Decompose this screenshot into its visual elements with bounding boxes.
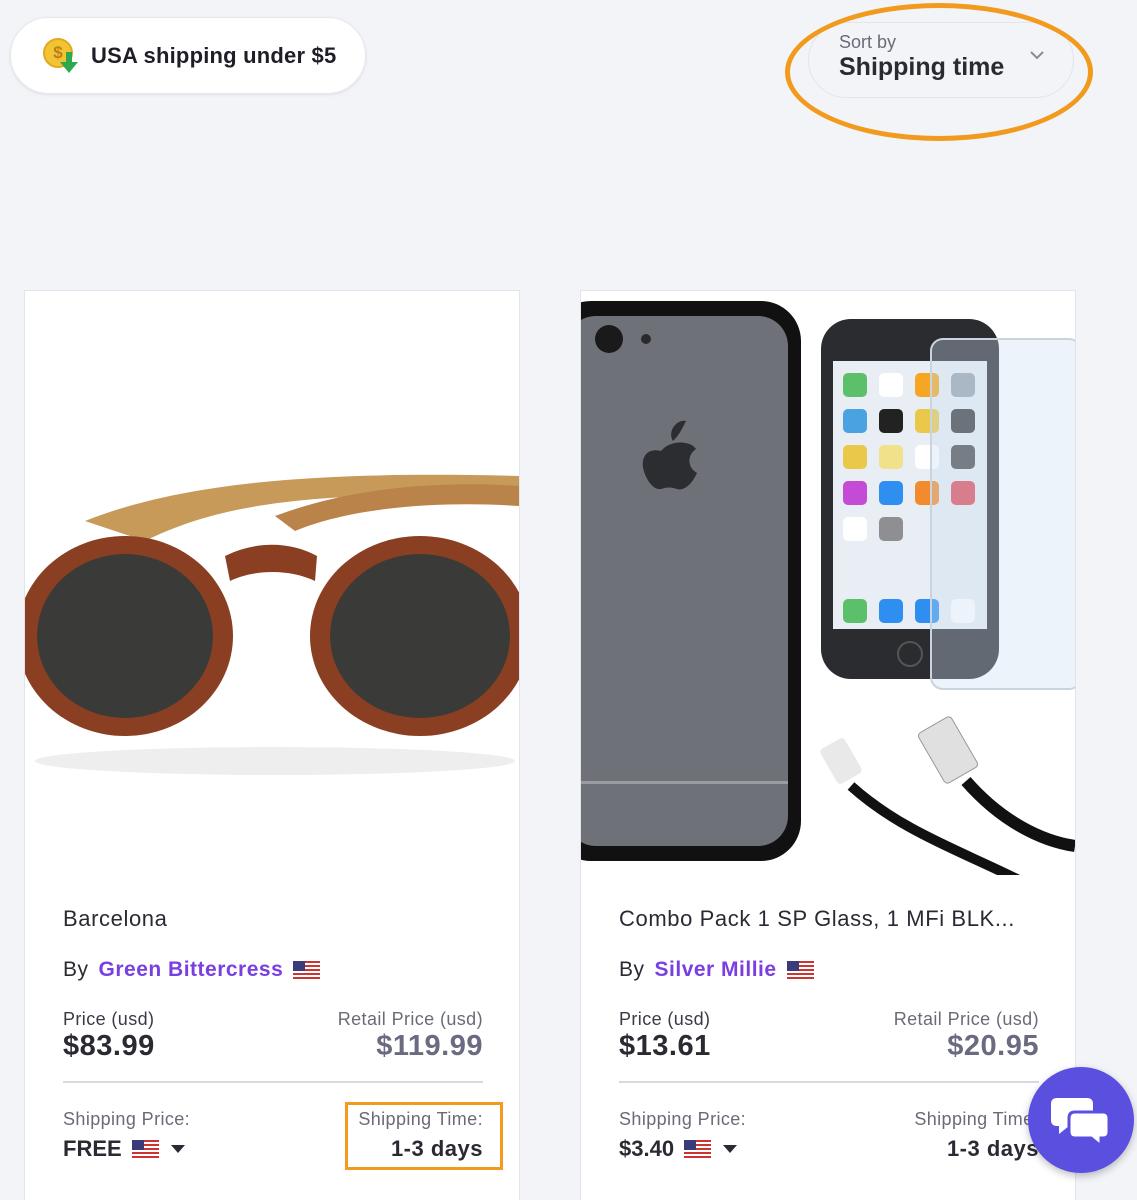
price-value: $13.61 <box>619 1030 711 1062</box>
product-card[interactable]: Combo Pack 1 SP Glass, 1 MFi BLK... By S… <box>580 290 1076 1200</box>
by-label: By <box>63 958 89 981</box>
us-flag-icon <box>786 961 814 979</box>
seller-link[interactable]: Green Bittercress <box>99 958 284 982</box>
shipping-time-value: 1-3 days <box>390 1136 483 1161</box>
retail-price-value: $119.99 <box>376 1030 483 1062</box>
price-value: $83.99 <box>63 1030 155 1062</box>
shipping-price-value: FREE <box>63 1136 122 1161</box>
divider <box>63 1081 483 1083</box>
shipping-time-label: Shipping Time: <box>914 1109 1039 1129</box>
retail-price-label: Retail Price (usd) <box>893 1009 1039 1029</box>
us-flag-icon <box>684 1140 712 1158</box>
product-card[interactable]: Barcelona By Green Bittercress Price (us… <box>24 290 520 1200</box>
dollar-coin-down-arrow-icon: $ <box>41 35 83 77</box>
page: $ USA shipping under $5 Sort by Shipping… <box>0 0 1137 1200</box>
retail-price-value: $20.95 <box>947 1030 1039 1062</box>
product-title[interactable]: Barcelona <box>63 906 483 934</box>
shipping-time-value: 1-3 days <box>946 1136 1039 1161</box>
price-label: Price (usd) <box>619 1009 711 1029</box>
divider <box>619 1081 1039 1083</box>
retail-price-label: Retail Price (usd) <box>337 1009 483 1029</box>
shipping-price-label: Shipping Price: <box>619 1109 747 1129</box>
shipping-price-label: Shipping Price: <box>63 1109 191 1129</box>
usa-shipping-filter-button[interactable]: $ USA shipping under $5 <box>10 17 366 94</box>
us-flag-icon <box>131 1140 159 1158</box>
sort-value: Shipping time <box>839 53 1005 81</box>
us-flag-icon <box>293 961 321 979</box>
sort-label: Sort by <box>839 32 897 52</box>
chat-bubbles-icon <box>1051 1098 1111 1148</box>
caret-down-icon[interactable] <box>170 1145 185 1153</box>
shipping-time-label: Shipping Time: <box>358 1109 483 1129</box>
shipping-price-selector[interactable]: FREE <box>63 1136 185 1162</box>
sort-dropdown[interactable]: Sort by Shipping time <box>808 22 1074 98</box>
caret-down-icon[interactable] <box>723 1145 738 1153</box>
seller-link[interactable]: Silver Millie <box>655 958 777 982</box>
by-label: By <box>619 958 645 981</box>
shipping-price-selector[interactable]: $3.40 <box>619 1136 738 1162</box>
chevron-down-icon <box>1030 51 1044 60</box>
chat-button[interactable] <box>1028 1067 1134 1173</box>
price-label: Price (usd) <box>63 1009 155 1029</box>
product-image-sunglasses[interactable] <box>25 291 519 875</box>
shipping-price-value: $3.40 <box>619 1136 675 1161</box>
product-image-phone-combo[interactable] <box>581 291 1075 875</box>
product-title[interactable]: Combo Pack 1 SP Glass, 1 MFi BLK... <box>619 906 1039 934</box>
filter-label: USA shipping under $5 <box>91 42 337 68</box>
